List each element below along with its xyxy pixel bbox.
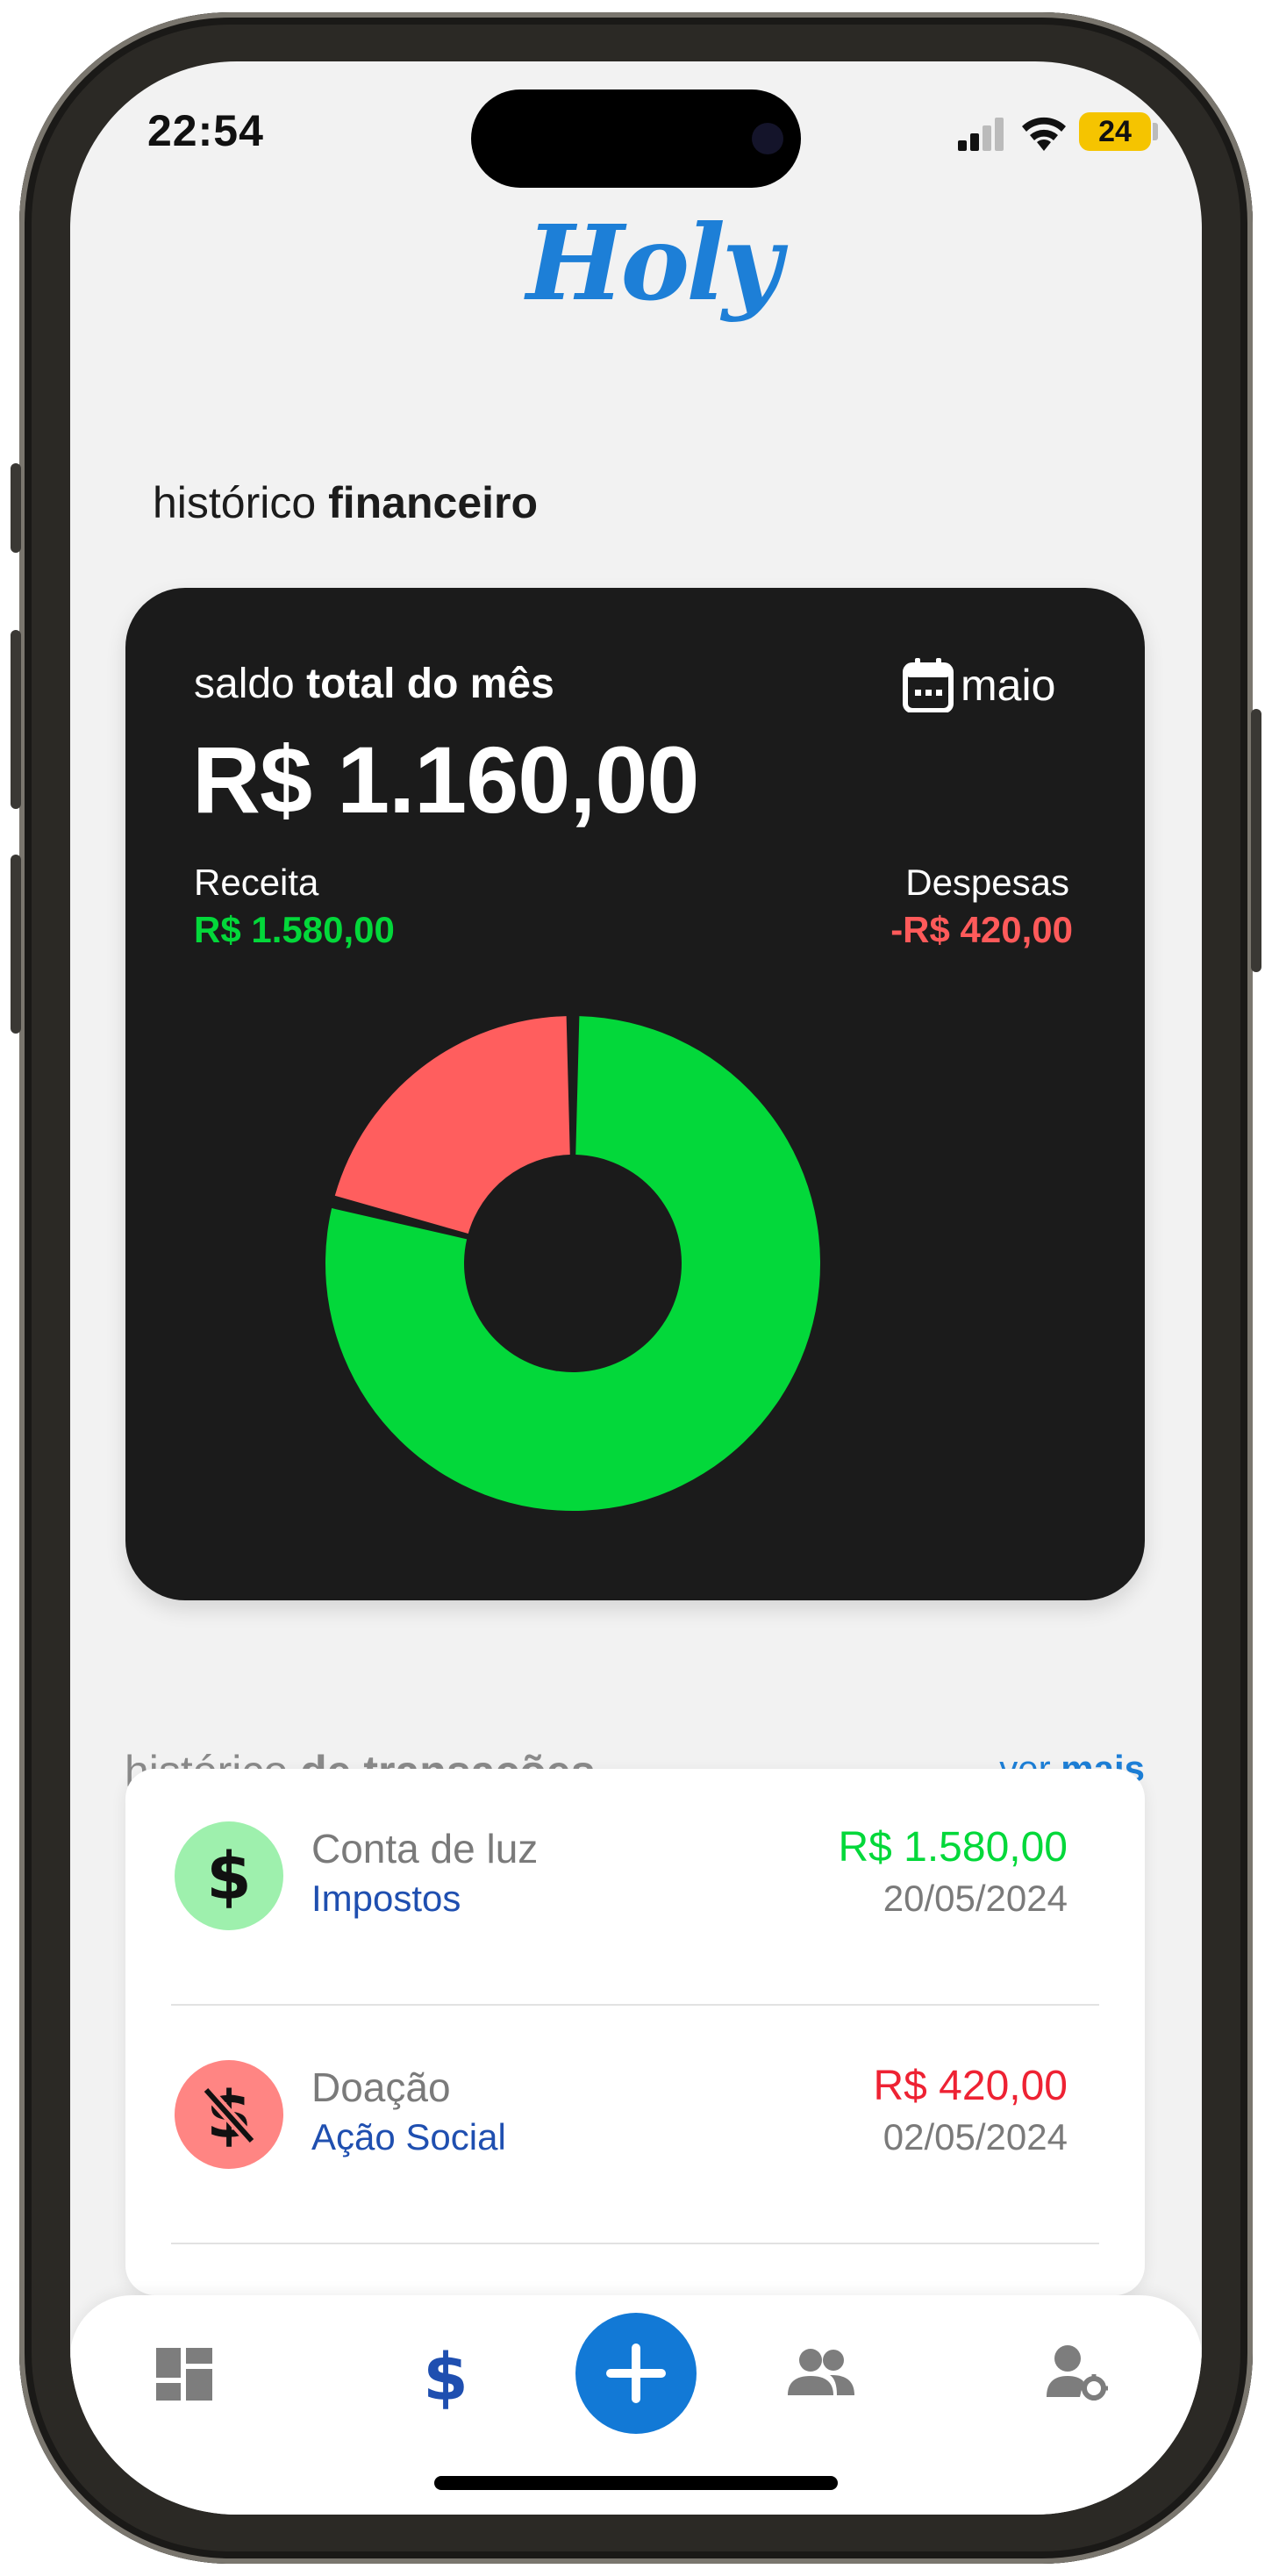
dynamic-island xyxy=(471,89,801,188)
transactions-card: $ Conta de luz Impostos R$ 1.580,00 20/0… xyxy=(125,1769,1145,2295)
user-settings-icon xyxy=(1047,2345,1108,2401)
action-button xyxy=(11,463,21,553)
month-label: maio xyxy=(961,661,1056,710)
battery-level: 24 xyxy=(1098,114,1132,148)
total-balance: R$ 1.160,00 xyxy=(192,726,699,833)
financial-history-title: histórico financeiro xyxy=(153,477,538,528)
battery-tip xyxy=(1153,123,1158,140)
app-screen: 22:54 24 Holy histórico financeiro saldo… xyxy=(70,61,1202,2515)
power-button xyxy=(1251,709,1261,972)
tab-profile-settings[interactable] xyxy=(1040,2336,1114,2409)
transaction-category: Ação Social xyxy=(311,2116,506,2157)
users-icon xyxy=(788,2349,854,2395)
balance-label-light: saldo xyxy=(194,661,295,707)
tab-members[interactable] xyxy=(779,2337,863,2408)
expense-slice xyxy=(334,1016,570,1234)
dollar-off-icon: $ xyxy=(175,2060,283,2169)
expense-value: -R$ 420,00 xyxy=(890,909,1073,950)
transaction-name: Doação xyxy=(311,2064,451,2110)
dollar-icon: $ xyxy=(175,1821,283,1930)
tab-transactions[interactable]: $ xyxy=(411,2336,481,2415)
balance-label-bold: total do mês xyxy=(306,661,554,707)
balance-label: saldo total do mês xyxy=(194,660,554,708)
dollar-icon: $ xyxy=(423,2340,468,2410)
income-expense-donut-chart xyxy=(325,1016,820,1511)
month-selector[interactable]: maio xyxy=(903,658,1055,712)
row-divider xyxy=(171,2243,1099,2244)
svg-text:$: $ xyxy=(423,2340,468,2410)
monthly-balance-card: saldo total do mês maio R$ 1.160,00 Rece… xyxy=(125,588,1145,1600)
income-value: R$ 1.580,00 xyxy=(194,909,395,950)
home-indicator xyxy=(434,2476,838,2490)
volume-down-button xyxy=(11,855,21,1034)
transaction-date: 02/05/2024 xyxy=(883,2116,1068,2157)
signal-icon xyxy=(956,116,1009,151)
app-logo: Holy xyxy=(526,202,782,324)
status-time: 22:54 xyxy=(147,106,264,155)
calendar-icon xyxy=(903,658,954,712)
expense-label: Despesas xyxy=(905,862,1069,903)
financial-history-title-bold: financeiro xyxy=(328,478,539,527)
camera-icon xyxy=(752,123,783,154)
tab-dashboard[interactable] xyxy=(149,2339,219,2409)
add-transaction-button[interactable] xyxy=(575,2313,697,2434)
svg-text:$: $ xyxy=(206,1841,252,1911)
transaction-amount: R$ 1.580,00 xyxy=(838,1824,1068,1871)
wifi-icon xyxy=(1019,112,1068,153)
income-label: Receita xyxy=(194,862,319,903)
volume-up-button xyxy=(11,630,21,809)
transaction-row[interactable]: $ Doação Ação Social R$ 420,00 02/05/202… xyxy=(125,2060,1145,2192)
battery-indicator: 24 xyxy=(1079,112,1151,151)
transaction-amount: R$ 420,00 xyxy=(873,2063,1068,2109)
dashboard-icon xyxy=(156,2348,212,2401)
transaction-date: 20/05/2024 xyxy=(883,1878,1068,1919)
row-divider xyxy=(171,2004,1099,2006)
transaction-row[interactable]: $ Conta de luz Impostos R$ 1.580,00 20/0… xyxy=(125,1821,1145,1953)
plus-icon xyxy=(606,2343,666,2403)
transaction-category: Impostos xyxy=(311,1878,461,1919)
financial-history-title-light: histórico xyxy=(153,478,317,527)
transaction-name: Conta de luz xyxy=(311,1826,539,1871)
